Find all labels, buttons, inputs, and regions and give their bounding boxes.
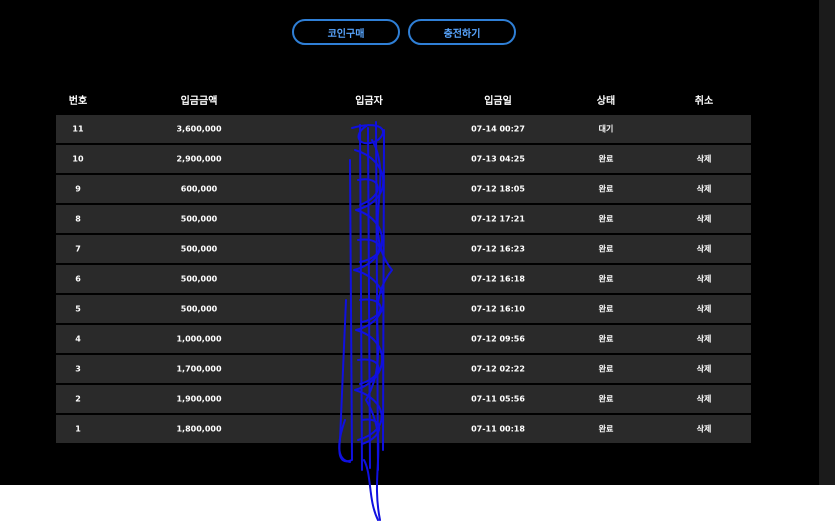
cell-amount: 500,000 [180, 244, 218, 254]
header-no: 번호 [68, 96, 88, 107]
cell-no: 7 [75, 244, 81, 254]
table-row: 7 500,000 07-12 16:23 완료 삭제 [56, 235, 751, 263]
delete-button[interactable]: 삭제 [697, 184, 712, 195]
cell-no: 6 [75, 274, 81, 284]
cell-date: 07-12 09:56 [471, 334, 525, 344]
cell-status: 완료 [598, 304, 614, 314]
cell-amount: 3,600,000 [176, 124, 222, 134]
table-row: 5 500,000 07-12 16:10 완료 삭제 [56, 295, 751, 323]
header-date: 입금일 [484, 96, 512, 107]
cell-no: 9 [75, 184, 81, 194]
cell-date: 07-14 00:27 [471, 124, 525, 134]
cell-amount: 1,900,000 [176, 394, 222, 404]
table-row: 2 1,900,000 07-11 05:56 완료 삭제 [56, 385, 751, 413]
cell-date: 07-11 05:56 [471, 394, 525, 404]
cell-status: 완료 [598, 214, 614, 224]
cell-status: 완료 [598, 154, 614, 164]
delete-button[interactable]: 삭제 [697, 244, 712, 255]
cell-amount: 600,000 [180, 184, 218, 194]
cell-no: 4 [75, 334, 81, 344]
cell-date: 07-12 02:22 [471, 364, 525, 374]
cell-no: 5 [75, 304, 81, 314]
cell-status: 완료 [598, 244, 614, 254]
cell-status: 완료 [598, 274, 614, 284]
cell-amount: 1,800,000 [176, 424, 222, 434]
cell-status: 완료 [598, 184, 614, 194]
cell-no: 11 [72, 124, 84, 134]
cell-status: 완료 [598, 364, 614, 374]
cell-date: 07-13 04:25 [471, 154, 525, 164]
cell-status: 완료 [598, 424, 614, 434]
cell-date: 07-12 16:10 [471, 304, 525, 314]
table-row: 4 1,000,000 07-12 09:56 완료 삭제 [56, 325, 751, 353]
cell-no: 8 [75, 214, 81, 224]
cell-no: 2 [75, 394, 81, 404]
delete-button[interactable]: 삭제 [697, 364, 712, 375]
deposit-table: 11 3,600,000 07-14 00:27 대기 10 2,900,000… [56, 115, 751, 445]
cell-amount: 2,900,000 [176, 154, 222, 164]
cell-date: 07-12 18:05 [471, 184, 525, 194]
table-row: 3 1,700,000 07-12 02:22 완료 삭제 [56, 355, 751, 383]
delete-button[interactable]: 삭제 [697, 394, 712, 405]
cell-date: 07-12 16:18 [471, 274, 525, 284]
cell-amount: 500,000 [180, 304, 218, 314]
table-row: 10 2,900,000 07-13 04:25 완료 삭제 [56, 145, 751, 173]
coin-purchase-button[interactable]: 코인구매 [292, 19, 400, 45]
cell-amount: 500,000 [180, 274, 218, 284]
cell-status: 완료 [598, 334, 614, 344]
table-row: 8 500,000 07-12 17:21 완료 삭제 [56, 205, 751, 233]
table-row: 9 600,000 07-12 18:05 완료 삭제 [56, 175, 751, 203]
table-row: 11 3,600,000 07-14 00:27 대기 [56, 115, 751, 143]
cell-date: 07-12 16:23 [471, 244, 525, 254]
table-row: 6 500,000 07-12 16:18 완료 삭제 [56, 265, 751, 293]
delete-button[interactable]: 삭제 [697, 334, 712, 345]
delete-button[interactable]: 삭제 [697, 424, 712, 435]
cell-status: 대기 [598, 124, 614, 134]
cell-amount: 1,000,000 [176, 334, 222, 344]
delete-button[interactable]: 삭제 [697, 214, 712, 225]
header-status: 상태 [596, 96, 616, 107]
table-row: 1 1,800,000 07-11 00:18 완료 삭제 [56, 415, 751, 443]
cell-no: 3 [75, 364, 81, 374]
header-depositor: 입금자 [355, 96, 383, 107]
cell-amount: 1,700,000 [176, 364, 222, 374]
header-cancel: 취소 [694, 96, 714, 107]
delete-button[interactable]: 삭제 [697, 304, 712, 315]
cell-date: 07-11 00:18 [471, 424, 525, 434]
cell-amount: 500,000 [180, 214, 218, 224]
delete-button[interactable]: 삭제 [697, 154, 712, 165]
cell-no: 10 [72, 154, 84, 164]
cell-date: 07-12 17:21 [471, 214, 525, 224]
header-amount: 입금금액 [180, 96, 218, 107]
cell-status: 완료 [598, 394, 614, 404]
delete-button[interactable]: 삭제 [697, 274, 712, 285]
cell-no: 1 [75, 424, 81, 434]
table-header: 번호 입금금액 입금자 입금일 상태 취소 [56, 92, 751, 108]
scrollbar-track[interactable] [819, 0, 835, 485]
charge-button[interactable]: 충전하기 [408, 19, 516, 45]
